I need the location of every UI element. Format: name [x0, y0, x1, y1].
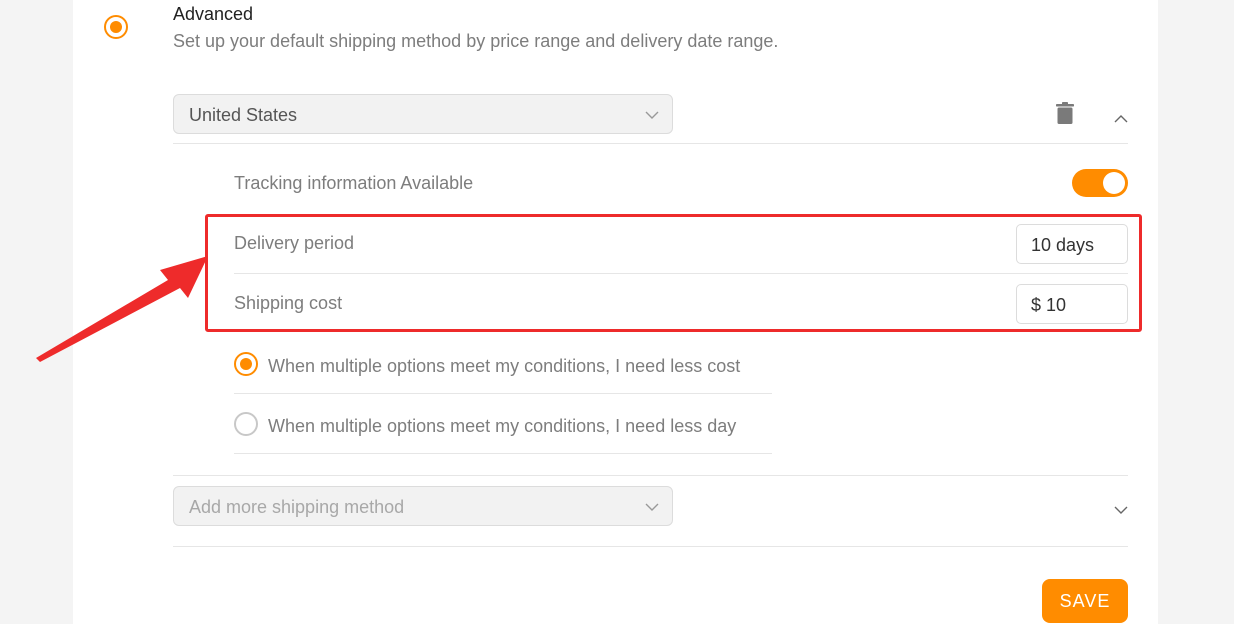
chevron-down-icon — [645, 503, 659, 511]
advanced-description: Set up your default shipping method by p… — [173, 31, 779, 51]
divider — [173, 546, 1128, 547]
toggle-knob — [1103, 172, 1125, 194]
less-cost-radio[interactable] — [234, 352, 258, 376]
save-button[interactable]: SAVE — [1042, 579, 1128, 623]
divider — [173, 475, 1128, 476]
advanced-radio[interactable] — [104, 15, 128, 39]
add-shipping-method-select[interactable]: Add more shipping method — [173, 486, 673, 526]
less-day-radio[interactable] — [234, 412, 258, 436]
divider — [234, 453, 772, 454]
divider — [173, 143, 1128, 144]
pointer-arrow-icon — [36, 256, 208, 362]
chevron-down-icon — [645, 111, 659, 119]
tracking-toggle[interactable] — [1072, 169, 1128, 197]
advanced-title: Advanced — [173, 4, 254, 24]
chevron-down-icon[interactable] — [1113, 504, 1129, 518]
less-day-option-label[interactable]: When multiple options meet my conditions… — [268, 416, 736, 437]
highlight-box — [205, 214, 1142, 332]
radio-selected-dot — [240, 358, 252, 370]
country-select[interactable]: United States — [173, 94, 673, 134]
divider — [234, 393, 772, 394]
tracking-label: Tracking information Available — [234, 173, 474, 193]
trash-icon[interactable] — [1056, 102, 1074, 124]
radio-selected-dot — [110, 21, 122, 33]
country-select-value: United States — [189, 105, 298, 125]
add-shipping-method-placeholder: Add more shipping method — [189, 497, 405, 517]
less-cost-option-label[interactable]: When multiple options meet my conditions… — [268, 356, 740, 377]
chevron-up-icon[interactable] — [1113, 111, 1129, 125]
